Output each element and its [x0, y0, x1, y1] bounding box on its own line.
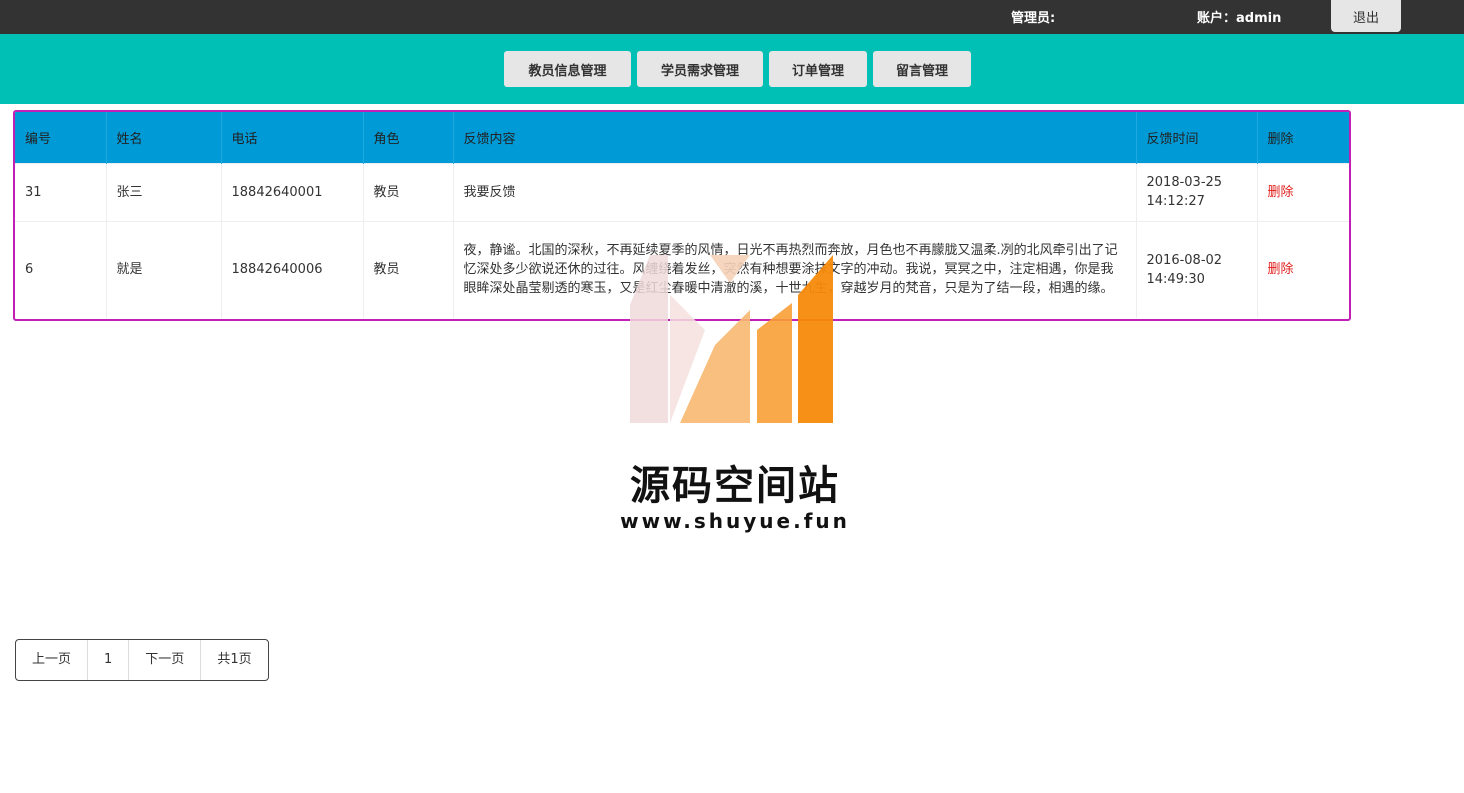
cell-phone: 18842640001: [221, 162, 364, 221]
watermark: 源码空间站 www.shuyue.fun: [610, 255, 860, 545]
cell-delete: 删除: [1257, 162, 1349, 221]
nav-order-button[interactable]: 订单管理: [769, 51, 867, 87]
cell-role: 教员: [363, 220, 454, 318]
cell-role: 教员: [363, 162, 454, 221]
cell-name: 就是: [106, 220, 222, 318]
pagination: 上一页 1 下一页 共1页: [15, 639, 269, 681]
cell-content: 我要反馈: [453, 162, 1137, 221]
cell-time: 2016-08-02 14:49:30: [1136, 220, 1258, 318]
nav-student-demand-button[interactable]: 学员需求管理: [637, 51, 763, 87]
prev-page-button[interactable]: 上一页: [16, 640, 89, 680]
cell-time: 2018-03-25 14:12:27: [1136, 162, 1258, 221]
logout-button[interactable]: 退出: [1331, 0, 1401, 32]
cell-id: 6: [15, 220, 107, 318]
table-header-row: 编号 姓名 电话 角色 反馈内容 反馈时间 删除: [15, 112, 1349, 163]
header-content: 反馈内容: [453, 112, 1137, 163]
cell-id: 31: [15, 162, 107, 221]
nav-message-button[interactable]: 留言管理: [873, 51, 971, 87]
header-role: 角色: [363, 112, 454, 163]
watermark-logo-icon: [630, 255, 833, 423]
delete-link[interactable]: 删除: [1268, 262, 1294, 277]
header-name: 姓名: [106, 112, 222, 163]
watermark-title: 源码空间站: [630, 463, 840, 509]
admin-label: 管理员:: [1011, 11, 1056, 26]
next-page-button[interactable]: 下一页: [129, 640, 202, 680]
nav-bar: 教员信息管理 学员需求管理 订单管理 留言管理: [0, 34, 1464, 104]
header-id: 编号: [15, 112, 107, 163]
cell-delete: 删除: [1257, 220, 1349, 318]
nav-teacher-info-button[interactable]: 教员信息管理: [504, 51, 631, 87]
cell-phone: 18842640006: [221, 220, 364, 318]
delete-link[interactable]: 删除: [1268, 185, 1294, 200]
total-pages-label: 共1页: [217, 652, 252, 667]
header-delete: 删除: [1257, 112, 1349, 163]
account-label: 账户：admin: [1197, 11, 1282, 26]
cell-name: 张三: [106, 162, 222, 221]
header-phone: 电话: [221, 112, 364, 163]
watermark-url: www.shuyue.fun: [620, 509, 850, 533]
page-number-button[interactable]: 1: [88, 640, 130, 680]
top-bar: 管理员: 账户：admin 退出: [0, 0, 1464, 34]
header-time: 反馈时间: [1136, 112, 1258, 163]
table-row: 31 张三 18842640001 教员 我要反馈 2018-03-25 14:…: [15, 162, 1349, 221]
